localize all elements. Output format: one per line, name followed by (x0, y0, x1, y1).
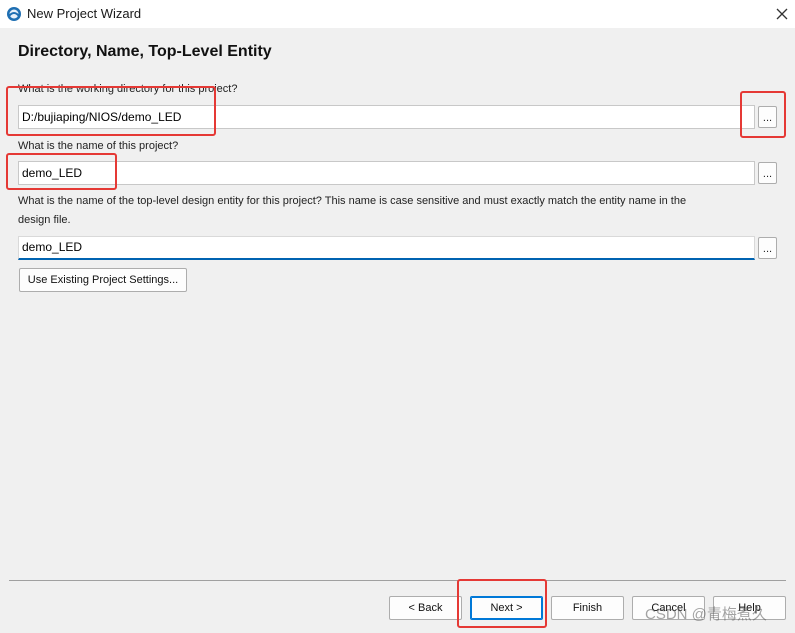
page-heading: Directory, Name, Top-Level Entity (18, 43, 272, 60)
top-level-entity-browse-button[interactable]: ... (758, 237, 777, 259)
close-icon[interactable] (774, 6, 790, 22)
finish-button[interactable]: Finish (551, 596, 624, 620)
watermark: CSDN @青梅煮久 (645, 606, 767, 623)
project-name-browse-button[interactable]: ... (758, 162, 777, 184)
working-directory-label: What is the working directory for this p… (18, 83, 238, 95)
working-directory-browse-button[interactable]: ... (758, 106, 777, 128)
back-button[interactable]: < Back (389, 596, 462, 620)
footer-divider (9, 580, 786, 581)
top-level-entity-label-line1: What is the name of the top-level design… (18, 195, 687, 207)
top-level-entity-label-line2: design file. (18, 214, 71, 226)
window-title: New Project Wizard (27, 6, 142, 21)
project-name-label: What is the name of this project? (18, 140, 179, 152)
project-name-input[interactable]: demo_LED (18, 161, 755, 185)
working-directory-input[interactable]: D:/bujiaping/NIOS/demo_LED (18, 105, 755, 129)
use-existing-settings-button[interactable]: Use Existing Project Settings... (19, 268, 187, 292)
wizard-app-icon (7, 7, 21, 21)
top-level-entity-input[interactable]: demo_LED (18, 236, 755, 260)
title-bar: New Project Wizard (0, 0, 795, 28)
next-button[interactable]: Next > (470, 596, 543, 620)
